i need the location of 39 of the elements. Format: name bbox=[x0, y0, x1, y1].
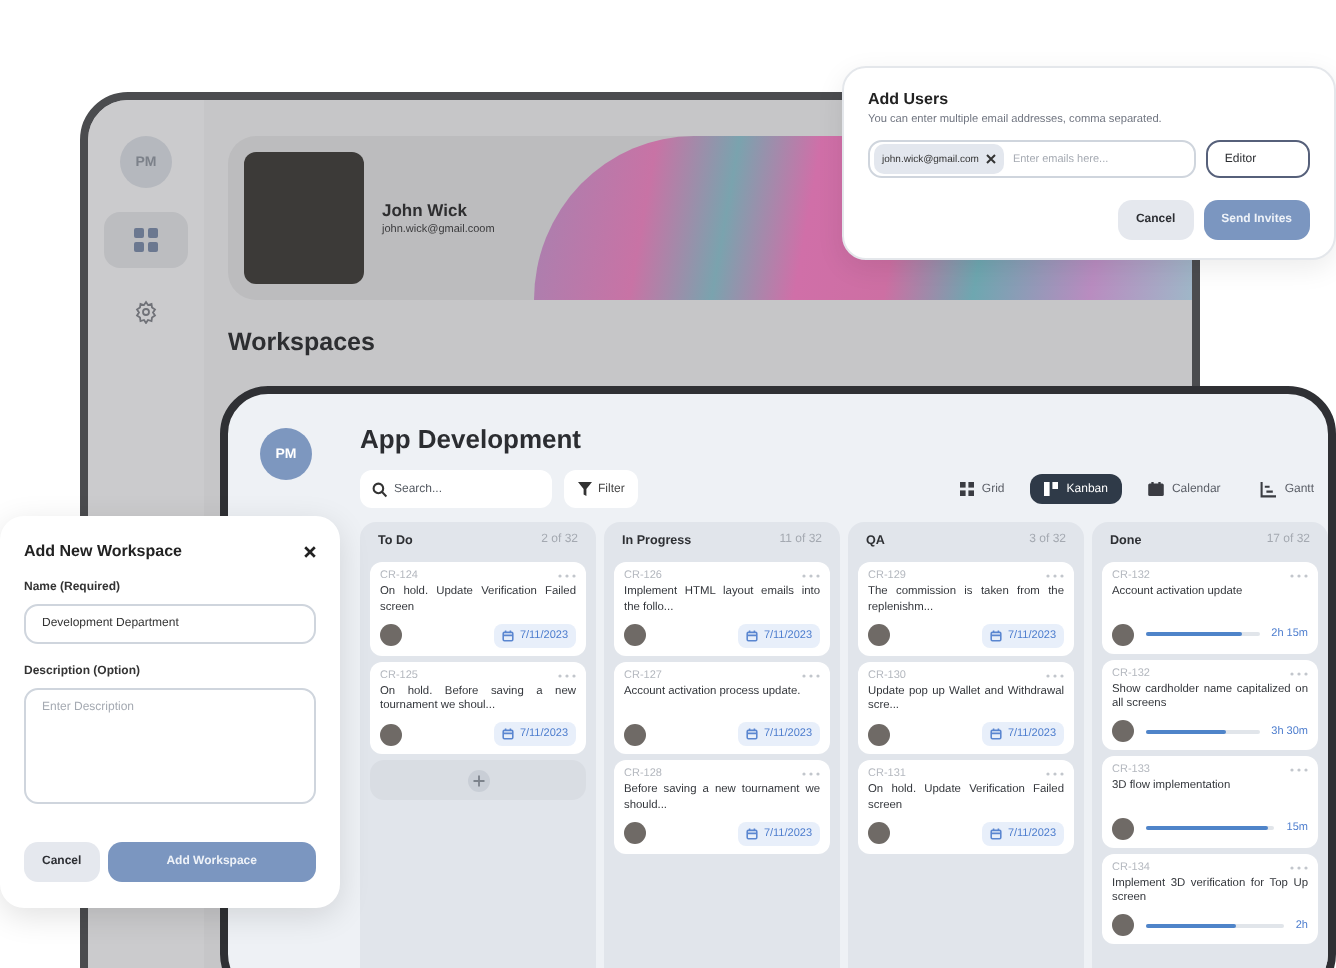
avatar-circle bbox=[1112, 914, 1134, 936]
chart-icon bbox=[1260, 481, 1277, 497]
plus-icon bbox=[467, 769, 489, 791]
calendar-icon bbox=[501, 629, 514, 641]
close-icon[interactable] bbox=[304, 545, 316, 557]
profile-name: John Wick bbox=[382, 200, 469, 220]
close-icon[interactable] bbox=[986, 154, 997, 164]
avatar-circle bbox=[380, 624, 402, 646]
search-icon bbox=[372, 481, 388, 497]
add-card-button[interactable] bbox=[370, 760, 586, 800]
funnel-icon bbox=[578, 482, 592, 496]
calendar-icon bbox=[1147, 482, 1164, 496]
calendar-icon bbox=[989, 827, 1002, 839]
grid-icon bbox=[959, 482, 974, 496]
dialog-title: Add New Workspace bbox=[24, 542, 182, 560]
kanban-icon bbox=[1044, 482, 1059, 496]
dashboard-nav-item[interactable] bbox=[104, 212, 188, 268]
avatar-circle bbox=[380, 723, 402, 745]
calendar-icon bbox=[745, 827, 758, 839]
calendar-icon bbox=[989, 728, 1002, 740]
avatar-circle bbox=[624, 624, 646, 646]
photo-placeholder bbox=[244, 152, 364, 284]
calendar-icon bbox=[501, 728, 514, 740]
section-heading: Workspaces bbox=[228, 328, 375, 356]
dialog-title: Add Users bbox=[868, 90, 951, 108]
settings-icon bbox=[134, 300, 158, 324]
avatar-circle bbox=[624, 822, 646, 844]
board-title: App Development bbox=[360, 424, 584, 454]
avatar-circle bbox=[868, 723, 890, 745]
avatar-circle bbox=[624, 723, 646, 745]
avatar-circle bbox=[1112, 720, 1134, 742]
avatar-circle bbox=[868, 624, 890, 646]
calendar-icon bbox=[989, 629, 1002, 641]
calendar-icon bbox=[745, 629, 758, 641]
avatar-circle bbox=[1112, 817, 1134, 839]
avatar-circle bbox=[868, 822, 890, 844]
calendar-icon bbox=[745, 728, 758, 740]
grid-icon bbox=[134, 228, 158, 252]
avatar-circle bbox=[1112, 623, 1134, 645]
